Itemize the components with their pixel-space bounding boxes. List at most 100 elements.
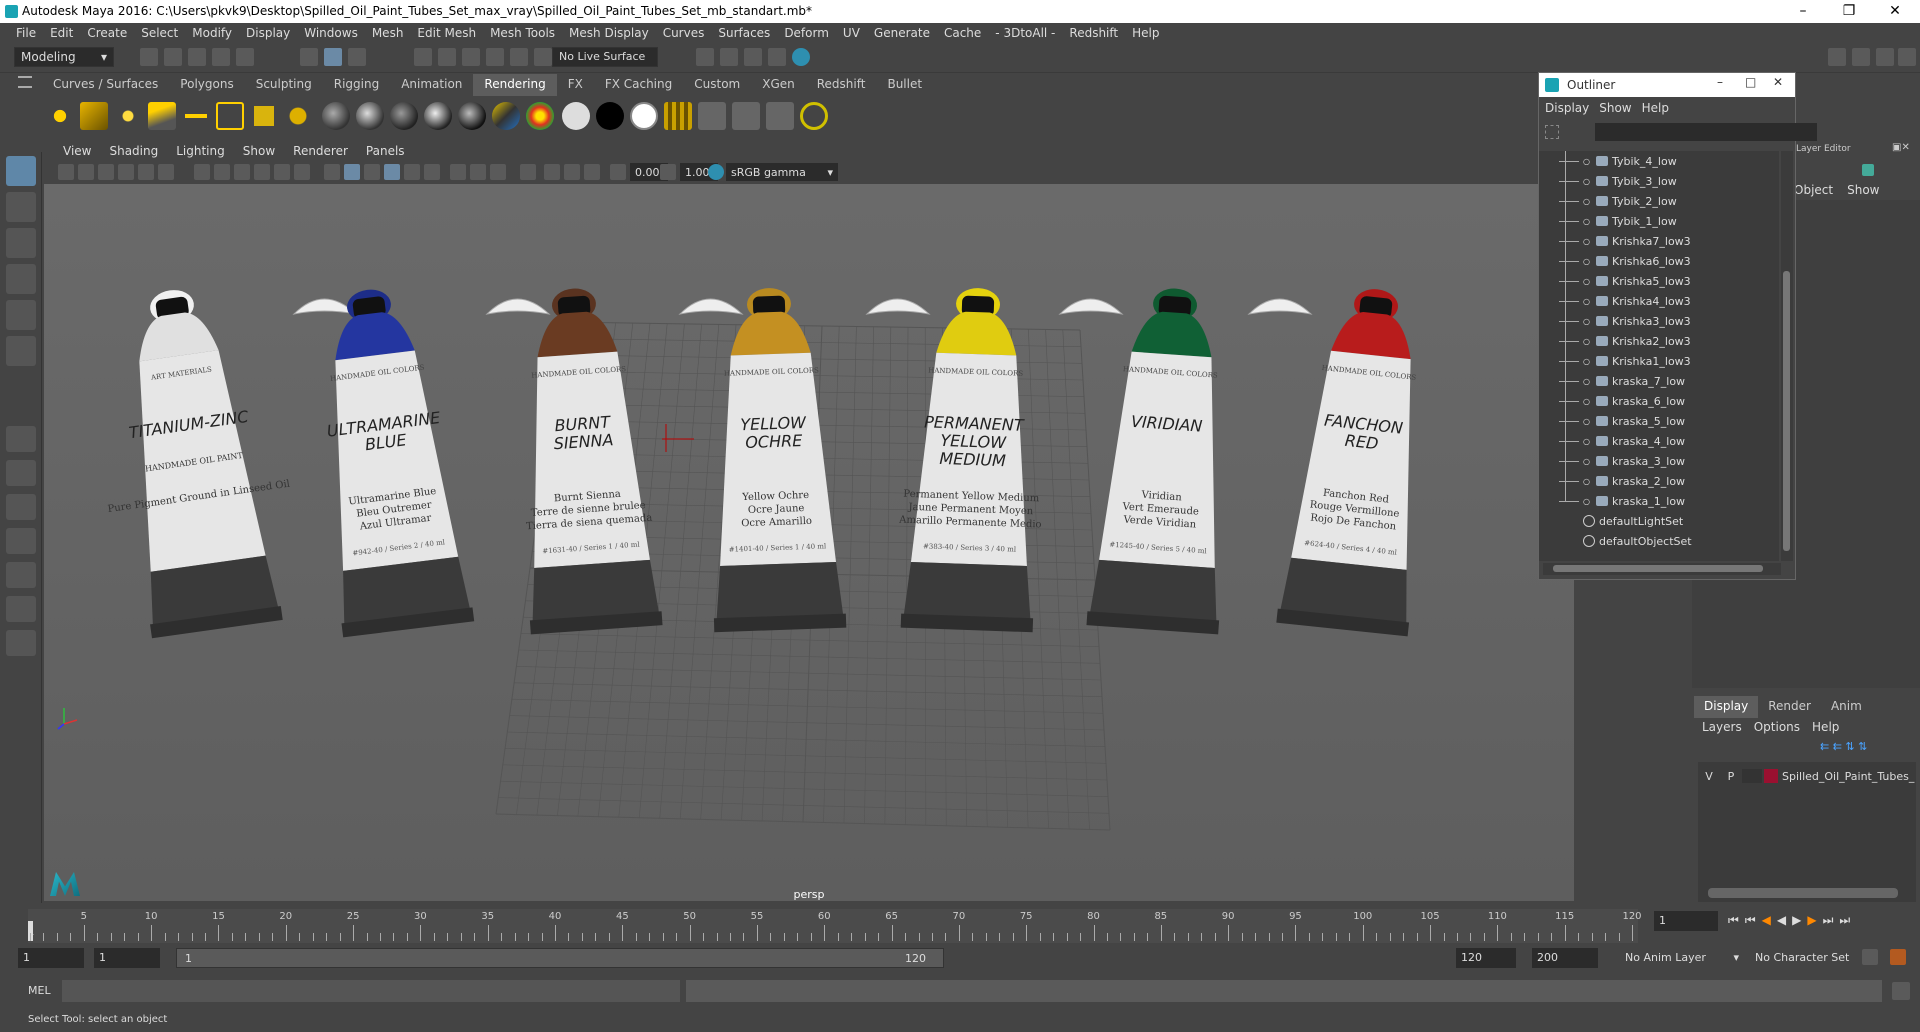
loose-cap[interactable] — [678, 298, 744, 315]
shelf-tab-xgen[interactable]: XGen — [751, 74, 806, 96]
minimize-button[interactable]: – — [1717, 75, 1723, 89]
attribute-editor-icon[interactable] — [1852, 48, 1870, 66]
shelf-tab-bullet[interactable]: Bullet — [876, 74, 934, 96]
render-diagnostics-icon[interactable] — [800, 102, 828, 130]
options-menu[interactable]: Options — [1754, 720, 1800, 734]
hypershade-icon[interactable] — [792, 48, 810, 66]
expand-icon[interactable]: ○ — [1583, 457, 1590, 466]
expand-icon[interactable]: ○ — [1583, 297, 1590, 306]
redo-icon[interactable] — [236, 48, 254, 66]
grease-pencil-icon[interactable] — [158, 164, 174, 180]
select-tool-icon[interactable] — [6, 156, 36, 186]
expand-icon[interactable]: ○ — [1583, 357, 1590, 366]
outliner-item[interactable]: ○ Krishka2_low3 — [1559, 331, 1691, 351]
paint-tube[interactable]: HANDMADE OIL COLORSULTRAMARINEBLUEUltram… — [302, 282, 475, 638]
expand-icon[interactable]: ○ — [1583, 477, 1590, 486]
magnet-icon[interactable] — [534, 48, 552, 66]
layered-shader-icon[interactable] — [492, 102, 520, 130]
menu-help[interactable]: Help — [1126, 26, 1167, 40]
snap-curve-icon[interactable] — [438, 48, 456, 66]
phong-e-shader-icon[interactable] — [424, 102, 452, 130]
menu-cache[interactable]: Cache — [938, 26, 989, 40]
expand-icon[interactable]: ○ — [1583, 437, 1590, 446]
render-layer-icon[interactable] — [664, 102, 692, 130]
time-slider[interactable]: 1 5 10 15 20 25 30 35 40 45 50 55 60 65 70 75 80 85 90 95 1… — [0, 903, 1920, 945]
lasso-tool-icon[interactable] — [6, 192, 36, 222]
viewport-menu-shading[interactable]: Shading — [100, 142, 167, 162]
outliner-item[interactable]: ○ Tybik_4_low — [1559, 151, 1677, 171]
expand-icon[interactable]: ○ — [1583, 417, 1590, 426]
outliner-item[interactable]: ○ kraska_2_low — [1559, 471, 1685, 491]
filter-icon[interactable] — [1545, 125, 1559, 139]
viewport-menu-lighting[interactable]: Lighting — [167, 142, 234, 162]
shelf-tab-curves-surfaces[interactable]: Curves / Surfaces — [42, 74, 170, 96]
textured-icon[interactable] — [384, 164, 400, 180]
ipr-render-icon[interactable] — [744, 48, 762, 66]
command-input[interactable] — [62, 980, 680, 1002]
menu-generate[interactable]: Generate — [868, 26, 938, 40]
object-menu[interactable]: Object — [1794, 183, 1833, 197]
outliner-set-item[interactable]: defaultObjectSet — [1583, 531, 1692, 551]
play-forward-icon[interactable]: ▶ — [1792, 913, 1801, 929]
loose-cap[interactable] — [1058, 298, 1124, 315]
camera-select-icon[interactable] — [58, 164, 74, 180]
surface-shader-icon[interactable] — [562, 102, 590, 130]
step-back-frame-icon[interactable]: ◀ — [1762, 913, 1771, 929]
spot-light-icon[interactable] — [148, 102, 176, 130]
uv-editor-layout-icon[interactable] — [6, 596, 36, 622]
outliner-item[interactable]: ○ Krishka3_low3 — [1559, 311, 1691, 331]
outliner-vscrollbar[interactable] — [1781, 151, 1793, 561]
move-tool-icon[interactable] — [6, 264, 36, 294]
outliner-item[interactable]: ○ kraska_6_low — [1559, 391, 1685, 411]
step-forward-frame-icon[interactable]: ▶ — [1807, 913, 1816, 929]
menu-3dtoall[interactable]: - 3DtoAll - — [989, 26, 1063, 40]
resolution-gate-icon[interactable] — [234, 164, 250, 180]
end-time-field[interactable]: 200 — [1532, 948, 1598, 968]
go-to-end-icon[interactable]: ⏭ — [1839, 913, 1850, 929]
menu-mesh-tools[interactable]: Mesh Tools — [484, 26, 563, 40]
snap-surface-icon[interactable] — [510, 48, 528, 66]
ambient-occlusion-icon[interactable] — [544, 164, 560, 180]
select-component-icon[interactable] — [348, 48, 366, 66]
select-object-icon[interactable] — [324, 48, 342, 66]
go-to-start-icon[interactable]: ⏮ — [1728, 913, 1739, 929]
menu-display[interactable]: Display — [240, 26, 298, 40]
four-view-layout-icon[interactable] — [6, 460, 36, 486]
shading-map-icon[interactable] — [630, 102, 658, 130]
xray-joints-icon[interactable] — [470, 164, 486, 180]
expand-icon[interactable]: ○ — [1583, 317, 1590, 326]
tool-icon[interactable] — [1862, 164, 1874, 176]
batch-render-icon[interactable] — [698, 102, 726, 130]
anisotropic-shader-icon[interactable] — [458, 102, 486, 130]
use-background-shader-icon[interactable] — [596, 102, 624, 130]
menu-curves[interactable]: Curves — [657, 26, 713, 40]
tab-render[interactable]: Render — [1758, 696, 1821, 718]
animation-prefs-icon[interactable] — [1890, 949, 1906, 965]
help-menu[interactable]: Help — [1642, 101, 1679, 115]
render-view-icon[interactable] — [696, 48, 714, 66]
save-scene-icon[interactable] — [188, 48, 206, 66]
camera-attributes-icon[interactable] — [78, 164, 94, 180]
lambert-shader-icon[interactable] — [322, 102, 350, 130]
render-sequence-icon[interactable] — [732, 102, 760, 130]
menu-edit-mesh[interactable]: Edit Mesh — [411, 26, 484, 40]
layer-scrollbar[interactable] — [1708, 888, 1898, 898]
wireframe-icon[interactable] — [324, 164, 340, 180]
snap-view-icon[interactable] — [486, 48, 504, 66]
ipr-tuning-icon[interactable] — [766, 102, 794, 130]
lights-icon[interactable] — [404, 164, 420, 180]
viewport-menu-renderer[interactable]: Renderer — [284, 142, 357, 162]
2d-pan-zoom-icon[interactable] — [138, 164, 154, 180]
shadows-icon[interactable] — [424, 164, 440, 180]
outliner-hscrollbar[interactable] — [1543, 563, 1781, 575]
channel-box-icon[interactable] — [1898, 48, 1916, 66]
range-slider[interactable]: 1 120 — [176, 948, 944, 968]
shelf-tab-rigging[interactable]: Rigging — [322, 74, 391, 96]
viewport-menu-view[interactable]: View — [54, 142, 100, 162]
viewport-menu-show[interactable]: Show — [234, 142, 284, 162]
shelf-tab-custom[interactable]: Custom — [683, 74, 752, 96]
loose-cap[interactable] — [865, 298, 931, 315]
outliner-item[interactable]: ○ kraska_1_low — [1559, 491, 1685, 511]
undo-icon[interactable] — [212, 48, 230, 66]
gate-mask-icon[interactable] — [254, 164, 270, 180]
